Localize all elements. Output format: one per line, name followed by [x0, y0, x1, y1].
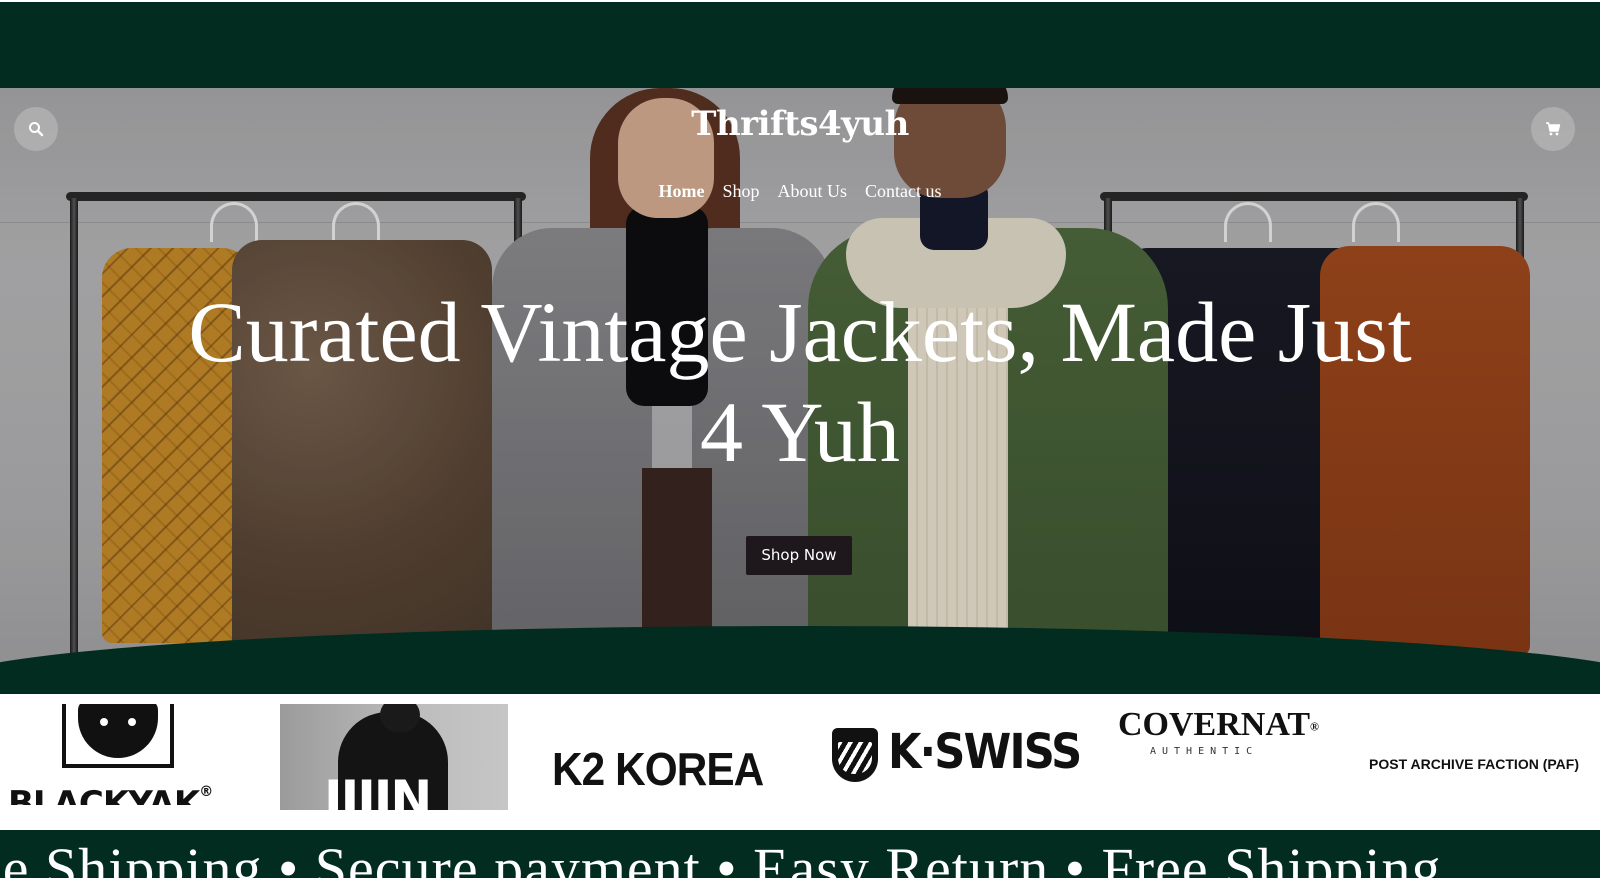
nav-item-about-us[interactable]: About Us [777, 181, 847, 202]
brand-logo-strip: BLACKYAK® JJJJN K2 KOREA K·SWISS COVERNA… [0, 694, 1600, 830]
k2-korea-logo[interactable]: K2 KOREA [552, 742, 764, 796]
kswiss-shield-icon [832, 728, 878, 782]
main-nav: Home Shop About Us Contact us [0, 181, 1600, 202]
covernat-registered-mark: ® [1310, 719, 1320, 734]
announcement-bar [0, 0, 1600, 88]
covernat-logo[interactable]: COVERNAT® [1118, 706, 1319, 744]
nav-item-home[interactable]: Home [658, 181, 704, 202]
blackyak-logo[interactable]: BLACKYAK® [0, 704, 250, 805]
hero-title-line-1: Curated Vintage Jackets, Made Just [188, 284, 1412, 380]
site-logo[interactable]: Thrifts4yuh [0, 104, 1600, 144]
brand-photo-logo[interactable]: JJJJN [280, 704, 508, 810]
nav-item-shop[interactable]: Shop [722, 181, 759, 202]
shop-now-button[interactable]: Shop Now [746, 536, 852, 575]
paf-logo[interactable]: POST ARCHIVE FACTION (PAF) [1369, 756, 1579, 772]
covernat-subtitle: AUTHENTIC [1150, 746, 1259, 757]
marquee-text: ee Shipping • Secure payment • Easy Retu… [0, 836, 1442, 878]
page: Thrifts4yuh Home Shop About Us Contact u… [0, 0, 1600, 878]
kswiss-logo[interactable]: K·SWISS [888, 724, 1082, 780]
hero-title-line-2: 4 Yuh [700, 384, 900, 480]
blackyak-registered-mark: ® [199, 784, 213, 800]
blackyak-wordmark: BLACKYAK [8, 784, 200, 805]
brand-photo-wordmark: JJJJN [324, 770, 432, 810]
benefits-marquee: ee Shipping • Secure payment • Easy Retu… [0, 830, 1600, 878]
hero-title: Curated Vintage Jackets, Made Just 4 Yuh [100, 282, 1500, 482]
covernat-wordmark: COVERNAT [1118, 706, 1311, 743]
nav-item-contact-us[interactable]: Contact us [865, 181, 942, 202]
